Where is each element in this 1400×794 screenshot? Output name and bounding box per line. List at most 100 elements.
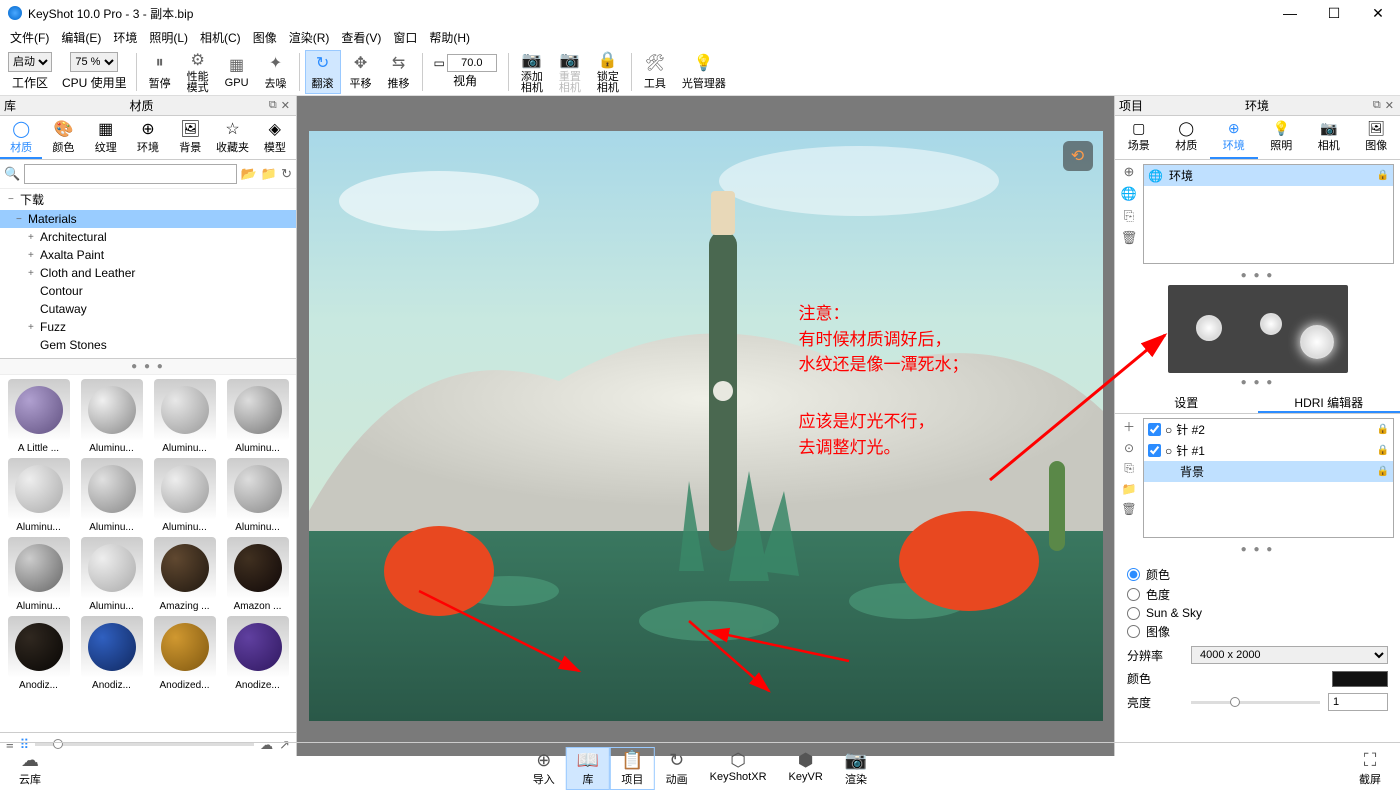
resize-handle-2[interactable]: ● ● ●: [1115, 375, 1400, 390]
project-button[interactable]: 📋项目: [610, 747, 654, 790]
resetcam-button[interactable]: 📷重置 相机: [552, 50, 588, 94]
startup-select[interactable]: 启动: [8, 52, 52, 72]
subtab-hdri-editor[interactable]: HDRI 编辑器: [1258, 390, 1400, 413]
maximize-button[interactable]: ☐: [1312, 0, 1356, 26]
hdri-pin-3[interactable]: [1300, 325, 1334, 359]
menu-image[interactable]: 图像: [247, 27, 283, 48]
folder-open-icon[interactable]: 📂: [241, 166, 257, 182]
close-button[interactable]: ✕: [1356, 0, 1400, 26]
cloud-library-button[interactable]: ☁云库: [8, 747, 52, 790]
bg-mode-gradient[interactable]: 色度: [1127, 586, 1388, 603]
denoise-button[interactable]: ✦去噪: [258, 50, 294, 94]
bg-mode-image[interactable]: 图像: [1127, 623, 1388, 640]
brightness-input[interactable]: [1328, 693, 1388, 711]
hdri-pin-1[interactable]: [1196, 315, 1222, 341]
lockcam-button[interactable]: 🔒锁定 相机: [590, 50, 626, 94]
addcam-button[interactable]: 📷添加 相机: [514, 50, 550, 94]
fov-input[interactable]: [447, 54, 497, 72]
tab-scene[interactable]: ▢场景: [1115, 116, 1163, 159]
tab-textures[interactable]: ▦纹理: [85, 116, 127, 159]
import-button[interactable]: ⊕导入: [522, 747, 566, 790]
menu-edit[interactable]: 编辑(E): [55, 27, 107, 48]
popout-icon[interactable]: ⧉: [1373, 99, 1381, 112]
target-pin-icon[interactable]: ⊙: [1124, 441, 1134, 455]
resize-handle-3[interactable]: ● ● ●: [1115, 542, 1400, 557]
tree-item[interactable]: +Cloth and Leather: [0, 264, 296, 282]
tree-root[interactable]: −下载: [0, 189, 296, 210]
resolution-select[interactable]: 4000 x 2000: [1191, 646, 1388, 664]
tab-camera[interactable]: 📷相机: [1305, 116, 1353, 159]
menu-file[interactable]: 文件(F): [4, 27, 55, 48]
popout-icon[interactable]: ⧉: [269, 99, 277, 112]
add-env-icon[interactable]: ⊕: [1124, 164, 1135, 180]
library-button[interactable]: 📖库: [566, 747, 610, 790]
brightness-slider[interactable]: [1191, 701, 1320, 704]
tab-environment[interactable]: ⊕环境: [1210, 116, 1258, 159]
bg-mode-sunsky[interactable]: Sun & Sky: [1127, 606, 1388, 620]
pin-item-bg[interactable]: 背景🔒: [1144, 461, 1393, 482]
delete-pin-icon[interactable]: 🗑: [1121, 502, 1136, 516]
menu-window[interactable]: 窗口: [387, 27, 423, 48]
tab-environments[interactable]: ⊕环境: [127, 116, 169, 159]
minimize-button[interactable]: —: [1268, 0, 1312, 26]
material-tree[interactable]: −下载 −Materials +Architectural +Axalta Pa…: [0, 189, 296, 359]
copy-env-icon[interactable]: ⎘: [1124, 208, 1134, 224]
tree-item[interactable]: +Axalta Paint: [0, 246, 296, 264]
close-panel-icon[interactable]: ✕: [281, 99, 290, 112]
material-thumb[interactable]: Aluminu...: [4, 537, 73, 612]
pin-item[interactable]: ○针 #1🔒: [1144, 440, 1393, 461]
tree-resize-handle[interactable]: ● ● ●: [0, 359, 296, 375]
bg-mode-color[interactable]: 颜色: [1127, 566, 1388, 583]
pin-item[interactable]: ○针 #2🔒: [1144, 419, 1393, 440]
keyvr-button[interactable]: ⬢KeyVR: [778, 747, 834, 790]
folder-pin-icon[interactable]: 📁: [1122, 482, 1137, 496]
material-thumb[interactable]: Amazing ...: [150, 537, 219, 612]
subtab-settings[interactable]: 设置: [1115, 390, 1258, 413]
globe-icon[interactable]: 🌐: [1121, 186, 1137, 202]
lock-icon[interactable]: 🔒: [1377, 424, 1389, 435]
pin-list[interactable]: ○针 #2🔒 ○针 #1🔒 背景🔒: [1143, 418, 1394, 538]
viewport[interactable]: ⟲ 注意： 有时候材质调好后， 水纹还是像一潭死水； 应该是灯光不行， 去调整灯…: [309, 131, 1103, 721]
tab-models[interactable]: ◈模型: [254, 116, 296, 159]
material-thumb[interactable]: Aluminu...: [223, 458, 292, 533]
menu-env[interactable]: 环境: [107, 27, 143, 48]
material-thumb[interactable]: Aluminu...: [150, 379, 219, 454]
material-thumb[interactable]: Anodized...: [150, 616, 219, 691]
material-thumb[interactable]: Amazon ...: [223, 537, 292, 612]
material-thumb[interactable]: Aluminu...: [150, 458, 219, 533]
lock-icon[interactable]: 🔒: [1377, 466, 1389, 477]
keyshot-xr-button[interactable]: ⬡KeyShotXR: [699, 747, 778, 790]
material-thumb[interactable]: Anodiz...: [4, 616, 73, 691]
tab-materials[interactable]: ◯材质: [0, 116, 42, 159]
viewport-panel[interactable]: ⟲ 注意： 有时候材质调好后， 水纹还是像一潭死水； 应该是灯光不行， 去调整灯…: [297, 96, 1114, 756]
tab-backgrounds[interactable]: 🖼背景: [169, 116, 211, 159]
render-button[interactable]: 📷渲染: [834, 747, 878, 790]
folder-add-icon[interactable]: 📁: [261, 166, 277, 182]
material-thumb[interactable]: Aluminu...: [223, 379, 292, 454]
tab-image[interactable]: 🖼图像: [1353, 116, 1400, 159]
pan-button[interactable]: ✥平移: [343, 50, 379, 94]
zoom-select[interactable]: 75 %: [70, 52, 118, 72]
material-thumb[interactable]: Anodiz...: [77, 616, 146, 691]
tree-materials[interactable]: −Materials: [0, 210, 296, 228]
pin-checkbox[interactable]: [1148, 444, 1161, 457]
material-thumb[interactable]: Aluminu...: [77, 458, 146, 533]
close-panel-icon[interactable]: ✕: [1385, 99, 1394, 112]
tab-lighting[interactable]: 💡照明: [1258, 116, 1306, 159]
dolly-button[interactable]: ⇆推移: [381, 50, 417, 94]
menu-help[interactable]: 帮助(H): [423, 27, 476, 48]
viewport-reset-icon[interactable]: ⟲: [1063, 141, 1093, 171]
tree-item[interactable]: +Fuzz: [0, 318, 296, 336]
tab-favorites[interactable]: ☆收藏夹: [211, 116, 253, 159]
copy-pin-icon[interactable]: ⎘: [1124, 461, 1134, 476]
menu-camera[interactable]: 相机(C): [194, 27, 247, 48]
hdri-preview[interactable]: [1168, 285, 1348, 373]
gpu-button[interactable]: ▦GPU: [218, 50, 256, 94]
pin-checkbox[interactable]: [1148, 423, 1161, 436]
menu-view[interactable]: 查看(V): [335, 27, 387, 48]
env-item-active[interactable]: 🌐 环境 🔒: [1144, 165, 1393, 186]
add-pin-icon[interactable]: ＋: [1123, 418, 1135, 435]
tree-item[interactable]: Gem Stones: [0, 336, 296, 354]
tools-button[interactable]: 🛠工具: [637, 50, 673, 94]
animation-button[interactable]: ↻动画: [655, 747, 699, 790]
